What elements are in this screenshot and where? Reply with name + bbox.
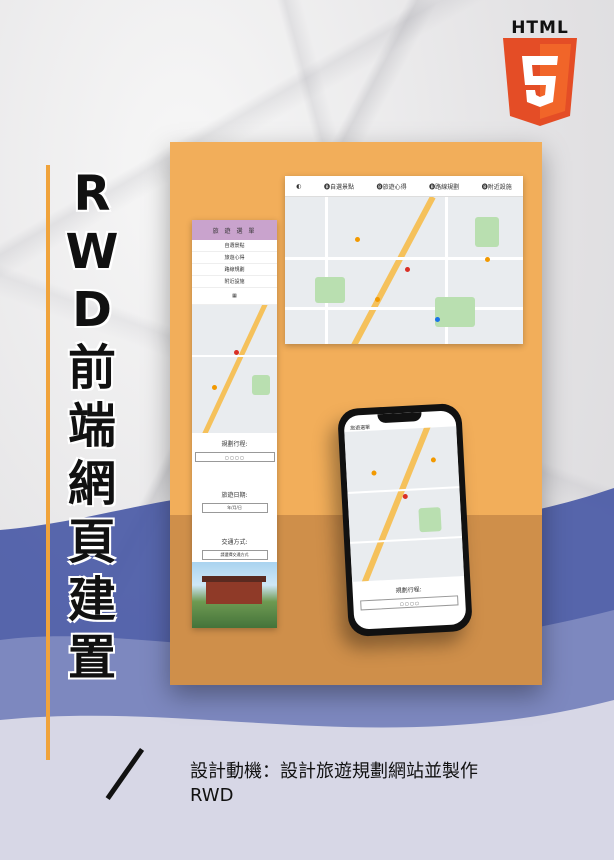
phone-screen: 旅遊選單 規劃行程: ▢ ▢ ▢ ▢ <box>343 410 467 630</box>
vertical-title: RWD前端網頁建置 <box>62 165 122 687</box>
map-pin-icon[interactable] <box>405 267 410 272</box>
title-char: R <box>73 166 111 222</box>
plan-options[interactable]: ▢ ▢ ▢ ▢ <box>194 452 275 462</box>
description-text: 設計動機：設計旅遊規劃網站並製作RWD <box>190 761 478 806</box>
desktop-map[interactable] <box>285 197 523 344</box>
menu-item[interactable]: 附近設施 <box>192 276 277 288</box>
html5-badge: HTML <box>500 18 580 130</box>
date-input[interactable]: 年/月/日 <box>201 503 268 513</box>
building-photo <box>192 562 277 628</box>
mobile-map[interactable] <box>192 305 277 433</box>
phone-plan-title: 規劃行程: <box>395 586 422 595</box>
menu-header: 旅 遊 選 單 <box>192 220 277 240</box>
mobile-web-screenshot: 旅 遊 選 單 自選景點 旅遊心得 路線規劃 附近設施 ▦ 規劃行程: ▢ ▢ … <box>192 220 277 628</box>
map-pin-icon[interactable] <box>212 385 217 390</box>
qr-icon: ▦ <box>192 288 277 305</box>
html5-shield-icon <box>503 38 577 126</box>
title-char: 前 <box>67 340 116 396</box>
title-char: 網 <box>67 456 116 512</box>
phone-map[interactable] <box>344 426 465 582</box>
map-pin-icon[interactable] <box>402 493 408 500</box>
menu-item[interactable]: 旅遊心得 <box>192 252 277 264</box>
map-pin-icon[interactable] <box>430 457 437 463</box>
plan-title: 規劃行程: <box>221 441 248 448</box>
map-pin-icon[interactable] <box>371 470 377 476</box>
map-pin-icon[interactable] <box>234 350 239 355</box>
transport-title: 交通方式: <box>221 539 248 546</box>
date-title: 旅遊日期: <box>221 492 248 499</box>
title-char: D <box>72 282 112 338</box>
nav-item[interactable]: 🅑自選景點 <box>324 182 354 191</box>
menu-item[interactable]: 路線規劃 <box>192 264 277 276</box>
map-pin-icon[interactable] <box>355 237 360 242</box>
phone-plan-options[interactable]: ▢ ▢ ▢ ▢ <box>360 595 459 611</box>
map-pin-icon[interactable] <box>375 297 380 302</box>
logo-icon: ◐ <box>296 182 302 190</box>
nav-item[interactable]: 🅑路線規劃 <box>429 182 459 191</box>
menu-item[interactable]: 自選景點 <box>192 240 277 252</box>
phone-frame: 旅遊選單 規劃行程: ▢ ▢ ▢ ▢ <box>337 402 473 638</box>
desktop-nav: ◐ 🅑自選景點 🅑旅遊心得 🅑路線規劃 🅑附近設施 <box>285 176 523 197</box>
title-accent-bar <box>46 165 50 760</box>
title-char: 建 <box>67 572 116 628</box>
map-pin-icon[interactable] <box>435 317 440 322</box>
title-char: W <box>65 224 119 280</box>
title-char: 端 <box>67 398 116 454</box>
title-char: 置 <box>67 630 116 686</box>
nav-item[interactable]: 🅑旅遊心得 <box>377 182 407 191</box>
map-pin-icon[interactable] <box>485 257 490 262</box>
transport-select[interactable]: 請選擇交通方式 <box>201 550 268 560</box>
html5-label: HTML <box>511 18 569 38</box>
desktop-screenshot: ◐ 🅑自選景點 🅑旅遊心得 🅑路線規劃 🅑附近設施 <box>285 176 523 344</box>
nav-item[interactable]: 🅑附近設施 <box>482 182 512 191</box>
title-char: 頁 <box>67 514 116 570</box>
